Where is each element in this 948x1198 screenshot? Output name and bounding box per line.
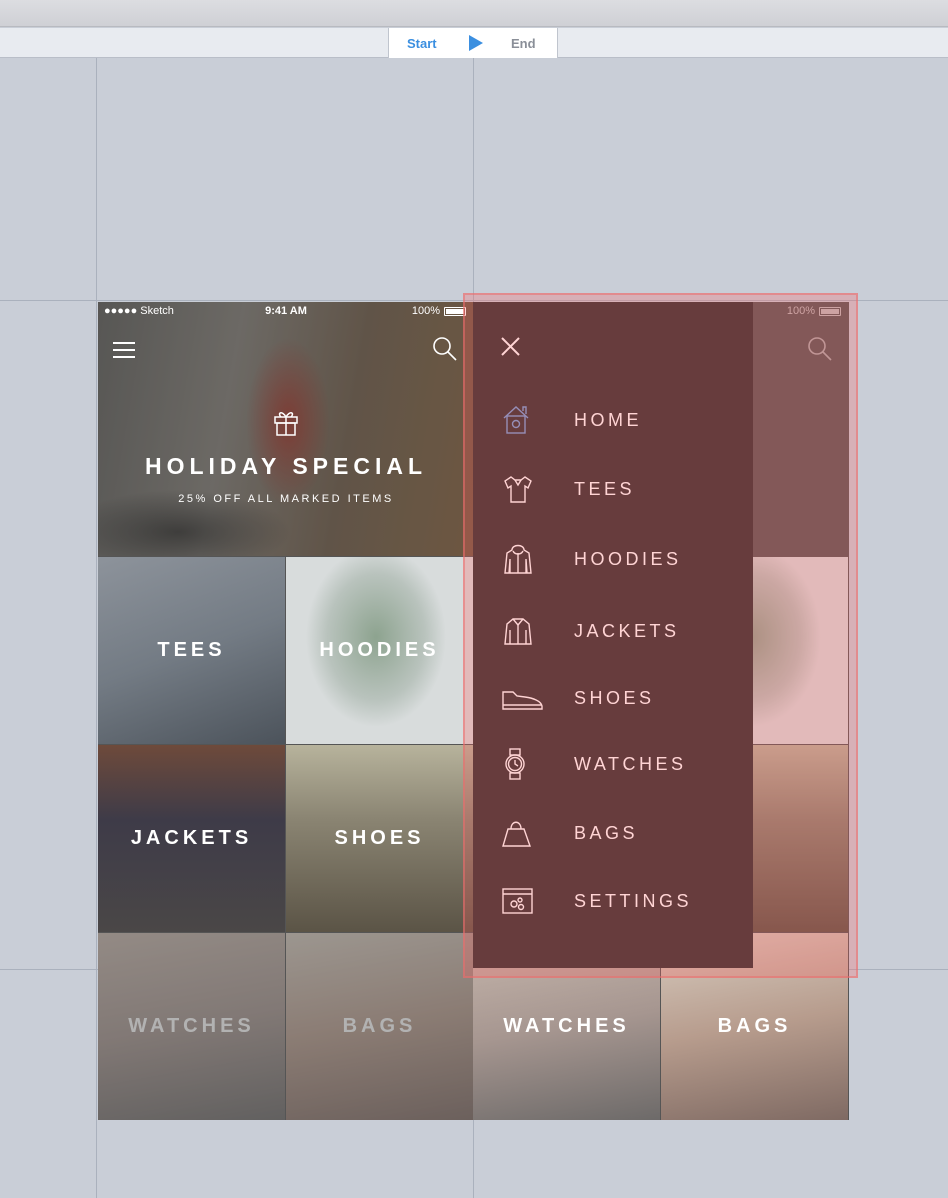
category-tile-tees[interactable]: TEES bbox=[98, 557, 285, 744]
battery-status: 100% bbox=[787, 305, 841, 317]
settings-icon bbox=[502, 888, 533, 914]
timeline-end-button[interactable]: End bbox=[511, 36, 536, 51]
battery-icon bbox=[444, 306, 466, 316]
search-icon bbox=[808, 337, 832, 361]
play-icon[interactable] bbox=[469, 35, 483, 51]
home-icon bbox=[503, 406, 529, 434]
timeline-bar: Start End bbox=[0, 28, 948, 58]
jacket-icon bbox=[504, 618, 532, 645]
nav-item-label: WATCHES bbox=[574, 754, 687, 774]
battery-icon bbox=[819, 306, 841, 316]
nav-item-hoodies[interactable]: HOODIES bbox=[473, 534, 753, 584]
guide-line bbox=[0, 300, 948, 301]
nav-item-tees[interactable]: TEES bbox=[473, 464, 753, 514]
category-label: JACKETS bbox=[130, 827, 253, 849]
nav-item-jackets[interactable]: JACKETS bbox=[473, 606, 753, 656]
search-icon[interactable] bbox=[432, 336, 458, 362]
nav-item-label: HOME bbox=[574, 410, 642, 430]
nav-item-home[interactable]: HOME bbox=[473, 395, 753, 445]
window-toolbar bbox=[0, 0, 948, 27]
battery-percent: 100% bbox=[411, 305, 440, 317]
category-tile-hoodies[interactable]: HOODIES bbox=[286, 557, 473, 744]
hoodie-icon bbox=[504, 544, 532, 574]
menu-screen: 100% WATCHES BAGS HOME TEES HOODIES JACK… bbox=[473, 302, 849, 1120]
nav-item-label: SETTINGS bbox=[574, 891, 693, 911]
category-label: BAGS bbox=[342, 1015, 417, 1037]
watch-icon bbox=[505, 748, 525, 780]
shoe-icon bbox=[502, 691, 543, 710]
nav-item-bags[interactable]: BAGS bbox=[473, 808, 753, 858]
tee-icon bbox=[504, 476, 532, 503]
category-label: SHOES bbox=[334, 827, 425, 849]
nav-item-label: HOODIES bbox=[574, 549, 682, 569]
timeline-start-button[interactable]: Start bbox=[407, 36, 437, 51]
nav-item-settings[interactable]: SETTINGS bbox=[473, 876, 753, 926]
battery-status: 100% bbox=[412, 305, 466, 317]
timeline-control: Start End bbox=[388, 28, 558, 58]
bag-icon bbox=[502, 821, 531, 847]
nav-item-shoes[interactable]: SHOES bbox=[473, 673, 753, 723]
gift-icon bbox=[274, 412, 298, 436]
nav-item-label: TEES bbox=[574, 479, 636, 499]
navigation-drawer: HOME TEES HOODIES JACKETS SHOES WATCHES … bbox=[473, 302, 753, 968]
nav-item-label: JACKETS bbox=[574, 621, 680, 641]
home-screen: ●●●●● Sketch 9:41 AM 100% HOLIDAY SPECIA… bbox=[98, 302, 474, 1120]
category-tile-bags[interactable]: BAGS bbox=[286, 933, 473, 1120]
nav-item-label: SHOES bbox=[574, 688, 655, 708]
battery-percent: 100% bbox=[786, 305, 815, 317]
category-tile-watches[interactable]: WATCHES bbox=[98, 933, 285, 1120]
close-icon[interactable] bbox=[499, 335, 523, 359]
hamburger-menu-icon[interactable] bbox=[113, 342, 135, 358]
status-bar: ●●●●● Sketch 9:41 AM 100% bbox=[98, 302, 474, 322]
nav-item-watches[interactable]: WATCHES bbox=[473, 739, 753, 789]
category-label: WATCHES bbox=[128, 1015, 255, 1037]
guide-line bbox=[96, 58, 97, 1198]
category-label: HOODIES bbox=[319, 639, 440, 661]
nav-item-label: BAGS bbox=[574, 823, 639, 843]
category-tile-shoes[interactable]: SHOES bbox=[286, 745, 473, 932]
category-tile-jackets[interactable]: JACKETS bbox=[98, 745, 285, 932]
hero-subtitle: 25% OFF ALL MARKED ITEMS bbox=[178, 493, 394, 505]
category-label: TEES bbox=[157, 639, 226, 661]
hero-title: HOLIDAY SPECIAL bbox=[144, 453, 428, 479]
